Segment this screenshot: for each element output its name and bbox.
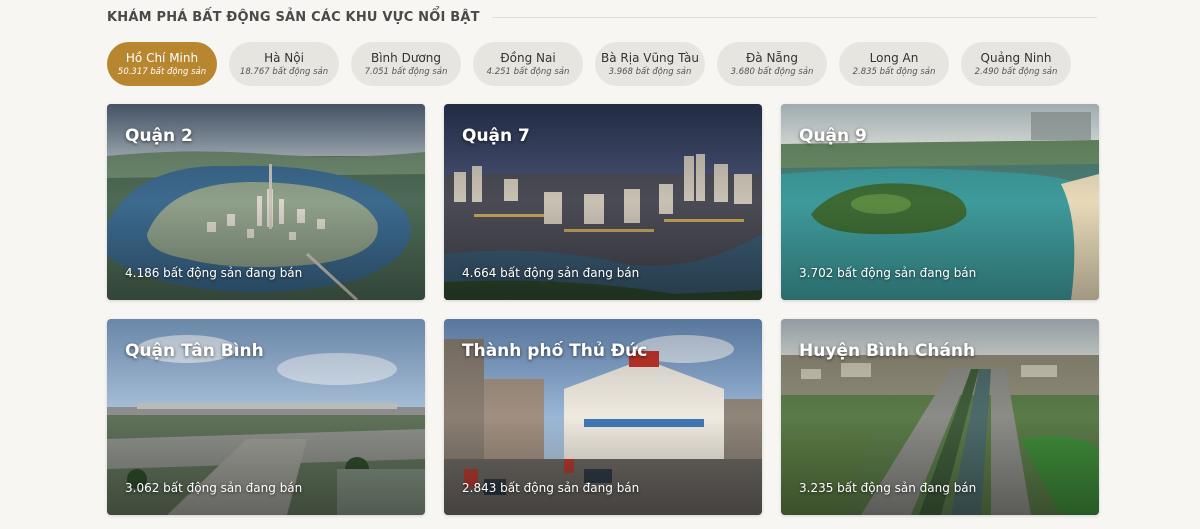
tab-label: Bà Rịa Vũng Tàu xyxy=(601,50,699,65)
tab-ho-chi-minh[interactable]: Hồ Chí Minh 50.317 bất động sản xyxy=(107,42,217,86)
card-title: Quận 2 xyxy=(125,126,193,146)
area-card-grid: Quận 2 4.186 bất động sản đang bán Quận … xyxy=(107,104,1099,515)
tab-binh-duong[interactable]: Bình Dương 7.051 bất động sản xyxy=(351,42,461,86)
card-count: 3.235 bất động sản đang bán xyxy=(799,481,977,495)
tab-label: Đồng Nai xyxy=(500,50,556,65)
card-count: 3.702 bất động sản đang bán xyxy=(799,266,977,280)
tab-label: Hà Nội xyxy=(264,50,304,65)
area-card-thanh-pho-thu-duc[interactable]: Thành phố Thủ Đức 2.843 bất động sản đan… xyxy=(444,319,762,515)
card-title: Quận 7 xyxy=(462,126,530,146)
tab-count: 3.968 bất động sản xyxy=(608,66,692,77)
tab-label: Hồ Chí Minh xyxy=(125,50,199,65)
card-title: Quận Tân Bình xyxy=(125,341,264,361)
area-card-huyen-binh-chanh[interactable]: Huyện Bình Chánh 3.235 bất động sản đang… xyxy=(781,319,1099,515)
tab-count: 18.767 bất động sản xyxy=(239,66,329,77)
tab-label: Long An xyxy=(869,50,919,65)
tab-count: 4.251 bất động sản xyxy=(486,66,570,77)
tab-ha-noi[interactable]: Hà Nội 18.767 bất động sản xyxy=(229,42,339,86)
region-tabs: Hồ Chí Minh 50.317 bất động sản Hà Nội 1… xyxy=(107,42,1071,86)
tab-count: 3.680 bất động sản xyxy=(730,66,814,77)
tab-quang-ninh[interactable]: Quảng Ninh 2.490 bất động sản xyxy=(961,42,1071,86)
area-card-quan-2[interactable]: Quận 2 4.186 bất động sản đang bán xyxy=(107,104,425,300)
tab-ba-ria-vung-tau[interactable]: Bà Rịa Vũng Tàu 3.968 bất động sản xyxy=(595,42,705,86)
area-card-quan-7[interactable]: Quận 7 4.664 bất động sản đang bán xyxy=(444,104,762,300)
section-title: KHÁM PHÁ BẤT ĐỘNG SẢN CÁC KHU VỰC NỔI BẬ… xyxy=(107,10,480,25)
card-title: Thành phố Thủ Đức xyxy=(462,341,648,361)
tab-label: Đà Nẵng xyxy=(745,50,799,65)
section-header: KHÁM PHÁ BẤT ĐỘNG SẢN CÁC KHU VỰC NỔI BẬ… xyxy=(107,10,1097,25)
card-title: Quận 9 xyxy=(799,126,867,146)
tab-count: 2.835 bất động sản xyxy=(852,66,936,77)
tab-long-an[interactable]: Long An 2.835 bất động sản xyxy=(839,42,949,86)
tab-da-nang[interactable]: Đà Nẵng 3.680 bất động sản xyxy=(717,42,827,86)
tab-label: Bình Dương xyxy=(370,50,441,65)
tab-label: Quảng Ninh xyxy=(980,50,1052,65)
tab-count: 2.490 bất động sản xyxy=(974,66,1058,77)
card-count: 4.664 bất động sản đang bán xyxy=(462,266,640,280)
area-card-quan-9[interactable]: Quận 9 3.702 bất động sản đang bán xyxy=(781,104,1099,300)
area-card-quan-tan-binh[interactable]: Quận Tân Bình 3.062 bất động sản đang bá… xyxy=(107,319,425,515)
tab-count: 7.051 bất động sản xyxy=(364,66,448,77)
card-count: 4.186 bất động sản đang bán xyxy=(125,266,303,280)
card-count: 3.062 bất động sản đang bán xyxy=(125,481,303,495)
tab-count: 50.317 bất động sản xyxy=(117,66,207,77)
tab-dong-nai[interactable]: Đồng Nai 4.251 bất động sản xyxy=(473,42,583,86)
divider xyxy=(491,17,1097,18)
card-title: Huyện Bình Chánh xyxy=(799,341,976,361)
card-count: 2.843 bất động sản đang bán xyxy=(462,481,640,495)
